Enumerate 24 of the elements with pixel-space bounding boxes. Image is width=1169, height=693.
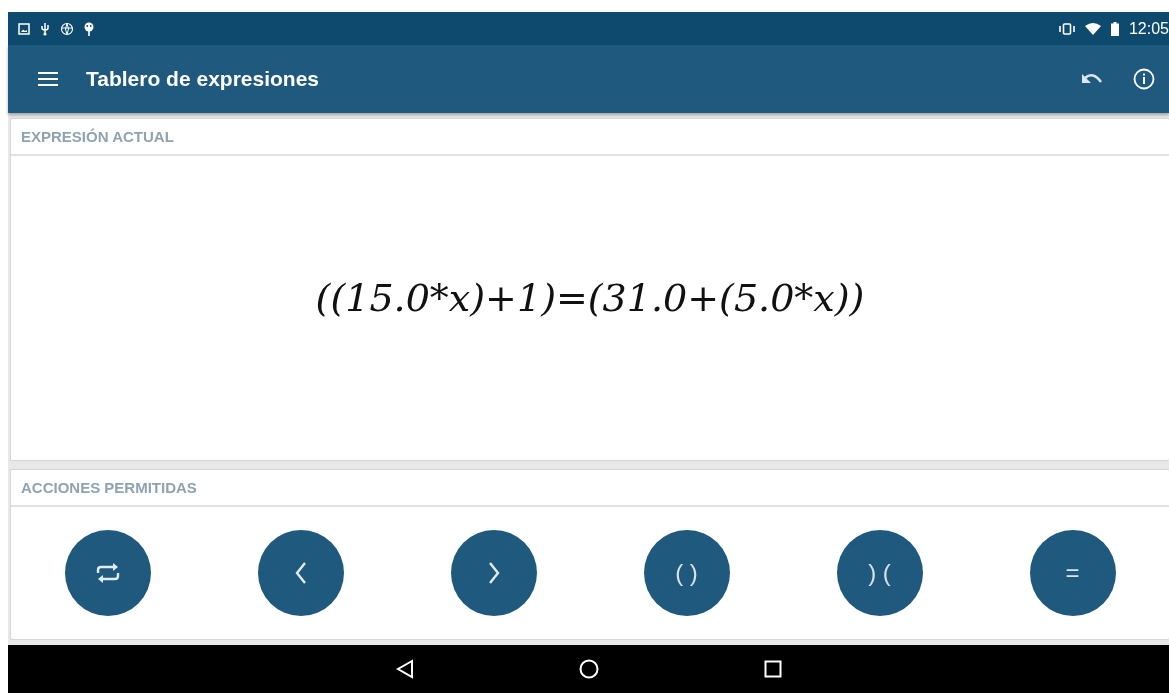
action-button[interactable]: = — [1029, 530, 1116, 616]
section-heading: EXPRESIÓN ACTUAL — [21, 128, 174, 145]
app-title: Tablero de expresiones — [86, 67, 321, 91]
globe-icon — [60, 21, 74, 36]
usb-icon — [40, 21, 50, 36]
back-icon[interactable] — [395, 659, 414, 679]
action-button[interactable]: ( ) — [643, 530, 730, 616]
clock-time: 12:05 — [1128, 19, 1169, 38]
home-icon[interactable] — [578, 659, 599, 679]
android-icon — [84, 21, 94, 36]
section-heading: ACCIONES PERMITIDAS — [21, 479, 197, 496]
menu-icon[interactable] — [38, 72, 58, 86]
math-expression: ((15.0*x)+1)=(31.0+(5.0*x)) — [315, 276, 865, 320]
undo-icon[interactable] — [1081, 72, 1103, 86]
battery-icon — [1110, 21, 1119, 36]
chevron-left-icon — [294, 562, 307, 584]
vibrate-icon — [1058, 22, 1075, 35]
action-button[interactable]: ) ( — [836, 530, 923, 616]
chevron-right-icon — [487, 562, 500, 584]
info-icon[interactable] — [1133, 68, 1155, 90]
repeat-icon — [94, 562, 121, 584]
wifi-icon — [1084, 22, 1101, 35]
image-icon — [18, 22, 30, 35]
overview-icon[interactable] — [763, 660, 782, 678]
